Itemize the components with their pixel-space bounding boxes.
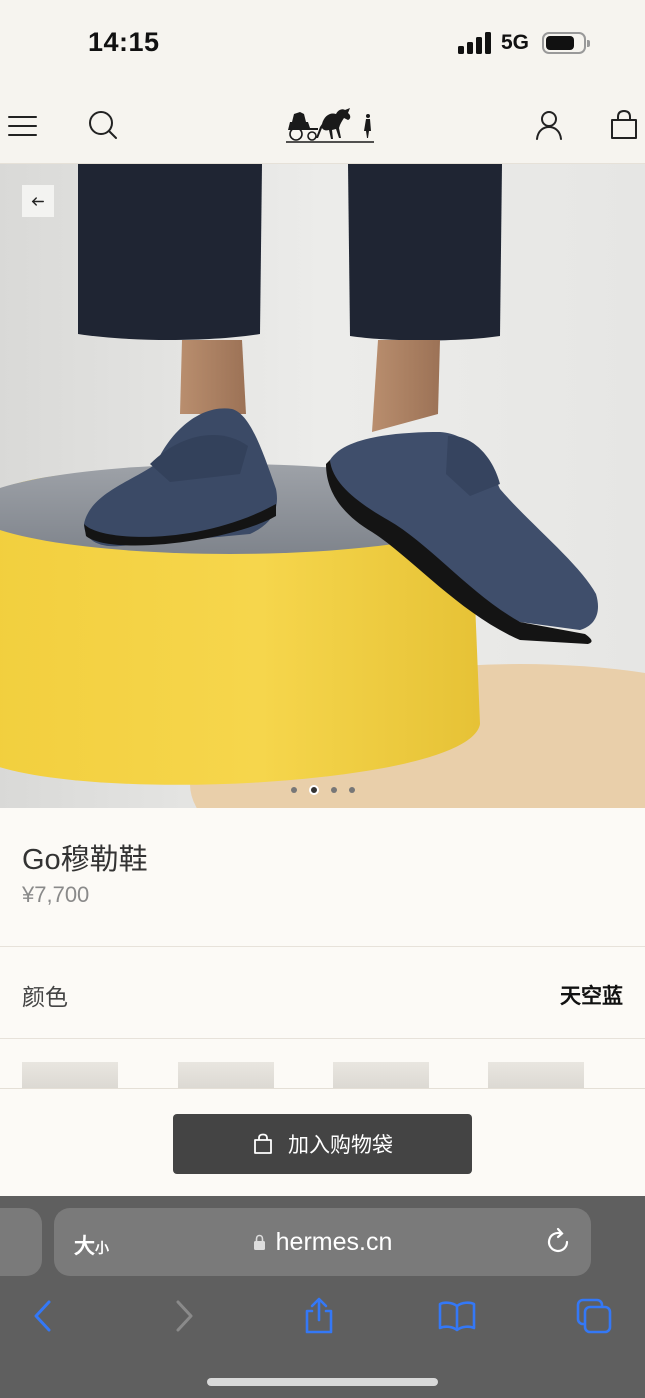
browser-toolbar: 大小 hermes.cn: [0, 1196, 645, 1398]
site-header: [0, 86, 645, 164]
carousel-pagination: [0, 785, 645, 795]
back-icon[interactable]: [24, 1296, 64, 1336]
carousel-dot[interactable]: [330, 787, 337, 793]
color-swatch[interactable]: [333, 1062, 429, 1088]
hermes-carriage-logo[interactable]: [284, 100, 376, 146]
tabs-icon[interactable]: [574, 1296, 614, 1336]
home-indicator[interactable]: [207, 1378, 438, 1386]
add-to-bag-label: 加入购物袋: [288, 1134, 393, 1157]
bookmarks-icon[interactable]: [437, 1296, 477, 1336]
battery-icon: [542, 32, 590, 54]
url-text: hermes.cn: [275, 1228, 393, 1256]
product-price: ¥7,700: [22, 882, 90, 907]
carousel-dot[interactable]: [290, 787, 297, 793]
cellular-signal-icon: [458, 32, 492, 54]
url-display: hermes.cn: [54, 1228, 591, 1257]
status-time: 14:15: [88, 27, 160, 57]
account-icon[interactable]: [532, 108, 566, 142]
network-type: 5G: [501, 31, 530, 54]
divider: [0, 1038, 645, 1039]
color-swatch[interactable]: [488, 1062, 584, 1088]
color-swatch[interactable]: [22, 1062, 118, 1088]
forward-icon[interactable]: [163, 1296, 203, 1336]
color-label: 颜色: [22, 984, 68, 1010]
carousel-dot-active[interactable]: [308, 785, 319, 795]
product-name: Go穆勒鞋: [22, 844, 148, 876]
back-arrow-button[interactable]: [22, 185, 54, 217]
selected-color: 天空蓝: [560, 985, 623, 1008]
menu-icon[interactable]: [6, 108, 40, 142]
shopping-bag-icon: [254, 1133, 272, 1154]
carousel-dot[interactable]: [348, 787, 355, 793]
arrow-left-icon: [31, 196, 44, 206]
shopping-bag-icon[interactable]: [607, 108, 641, 142]
status-bar: 14:15 5G: [0, 0, 645, 86]
search-icon[interactable]: [86, 108, 120, 142]
address-bar[interactable]: 大小 hermes.cn: [54, 1208, 591, 1276]
color-swatch[interactable]: [178, 1062, 274, 1088]
product-image[interactable]: [0, 164, 645, 808]
share-icon[interactable]: [299, 1296, 339, 1336]
sticky-cta-bar: 加入购物袋: [0, 1088, 645, 1196]
previous-tab-preview[interactable]: [0, 1208, 42, 1276]
add-to-bag-button[interactable]: 加入购物袋: [173, 1114, 472, 1174]
reload-icon[interactable]: [543, 1227, 573, 1257]
product-info: Go穆勒鞋 ¥7,700 颜色 天空蓝: [0, 808, 645, 1088]
lock-icon: [253, 1234, 265, 1250]
divider: [0, 946, 645, 947]
